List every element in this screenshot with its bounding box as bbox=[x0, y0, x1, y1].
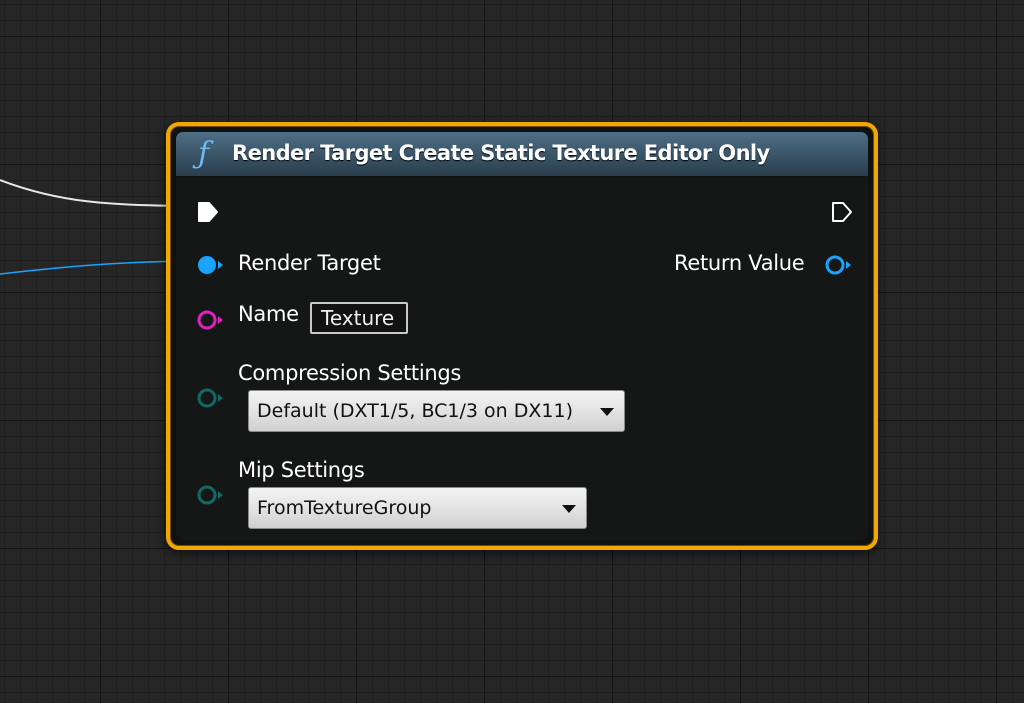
return-value-label: Return Value bbox=[674, 251, 805, 275]
exec-out-pin-icon[interactable] bbox=[830, 200, 854, 224]
render-target-label: Render Target bbox=[238, 251, 381, 275]
mip-settings-value: FromTextureGroup bbox=[257, 497, 432, 519]
node-body: ƒ Render Target Create Static Texture Ed… bbox=[176, 132, 868, 540]
chevron-down-icon bbox=[600, 408, 614, 416]
compression-settings-value: Default (DXT1/5, BC1/3 on DX11) bbox=[257, 400, 573, 422]
exec-in-pin-icon[interactable] bbox=[196, 200, 220, 224]
mip-settings-dropdown[interactable]: FromTextureGroup bbox=[248, 487, 587, 529]
name-pin-icon[interactable] bbox=[196, 308, 226, 332]
node-title: Render Target Create Static Texture Edit… bbox=[232, 141, 770, 165]
chevron-down-icon bbox=[562, 505, 576, 513]
exec-wire[interactable] bbox=[0, 179, 187, 207]
mip-settings-label: Mip Settings bbox=[238, 458, 365, 482]
function-icon: ƒ bbox=[198, 136, 210, 171]
render-target-wire[interactable] bbox=[0, 260, 187, 275]
mip-settings-pin-icon[interactable] bbox=[196, 483, 226, 507]
node-header[interactable]: ƒ Render Target Create Static Texture Ed… bbox=[176, 132, 868, 177]
render-target-pin-icon[interactable] bbox=[196, 253, 226, 277]
compression-settings-dropdown[interactable]: Default (DXT1/5, BC1/3 on DX11) bbox=[248, 390, 625, 432]
compression-settings-pin-icon[interactable] bbox=[196, 386, 226, 410]
compression-settings-label: Compression Settings bbox=[238, 361, 462, 385]
name-input[interactable]: Texture bbox=[310, 302, 408, 334]
return-value-pin-icon[interactable] bbox=[824, 253, 854, 277]
name-label: Name bbox=[238, 302, 299, 326]
blueprint-function-node[interactable]: ƒ Render Target Create Static Texture Ed… bbox=[166, 122, 878, 550]
